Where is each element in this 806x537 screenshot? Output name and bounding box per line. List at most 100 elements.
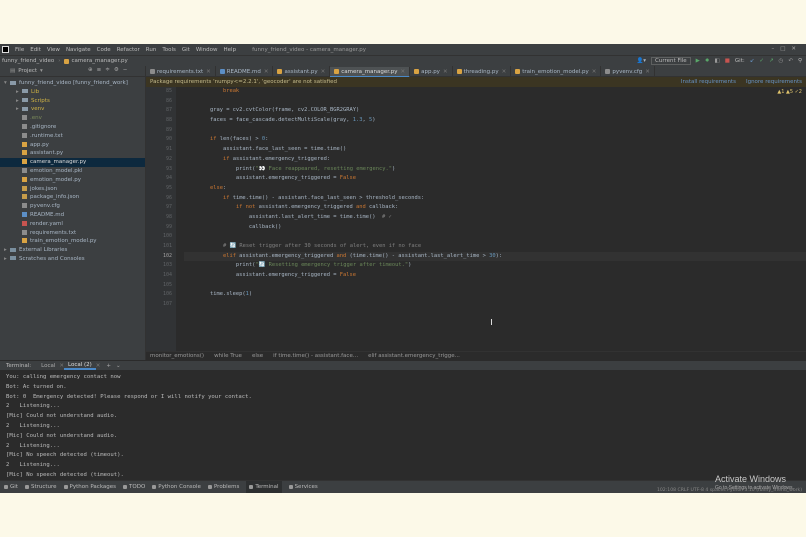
line-number[interactable]: 105 [146,281,176,291]
line-number[interactable]: 94 [146,174,176,184]
tool-window-python-console[interactable]: Python Console [152,481,201,494]
window-controls[interactable]: –□✕ [771,46,802,52]
project-tree-item[interactable]: README.md [0,211,145,220]
menu-window[interactable]: Window [196,47,218,53]
line-number[interactable]: 96 [146,194,176,204]
project-tree-item[interactable]: jokes.json [0,185,145,194]
user-icon[interactable]: 👤▾ [636,58,646,64]
project-tree-item[interactable]: ▸ venv [0,105,145,114]
line-number[interactable]: 107 [146,300,176,310]
project-tree-item[interactable]: ▸ Scratches and Consoles [0,255,145,264]
tool-window-structure[interactable]: Structure [24,481,57,494]
project-tree-item[interactable]: package_info.json [0,193,145,202]
project-tree-item[interactable]: ▸ Lib [0,88,145,97]
line-number[interactable]: 99 [146,223,176,233]
project-tree-item[interactable]: camera_manager.py [0,158,145,167]
tool-window-todo[interactable]: TODO [123,481,145,494]
chevron-down-icon[interactable]: ⌄ [116,363,121,369]
project-tree-item[interactable]: ▸ External Libraries [0,246,145,255]
project-tree-item[interactable]: train_emotion_model.py [0,237,145,246]
rollback-icon[interactable]: ↶ [788,58,793,64]
coverage-icon[interactable]: ◧ [715,58,720,64]
menu-file[interactable]: File [15,47,24,53]
editor-tab[interactable]: README.md ✕ [216,66,274,77]
close-icon[interactable]: ✕ [321,69,326,75]
project-tree-item[interactable]: pyvenv.cfg [0,202,145,211]
editor-tab[interactable]: requirements.txt ✕ [146,66,216,77]
line-number[interactable]: 101 [146,242,176,252]
line-number[interactable]: 102 [146,252,176,262]
breadcrumb-project[interactable]: funny_friend_video [2,58,54,64]
terminal-tab-local-2[interactable]: Local (2) [63,362,96,370]
tool-window-python-packages[interactable]: Python Packages [63,481,116,494]
terminal-tab-local[interactable]: Local [37,363,59,369]
menu-help[interactable]: Help [224,47,237,53]
breadcrumb-item[interactable]: if time.time() - assistant.face... [273,353,358,359]
project-tree-item[interactable]: ▾ funny_friend_video [funny_friend_work] [0,79,145,88]
close-icon[interactable]: ✕ [592,69,597,75]
menu-view[interactable]: View [47,47,60,53]
line-number[interactable]: 93 [146,165,176,175]
close-icon[interactable]: ✕ [645,69,650,75]
line-number[interactable]: 85 [146,87,176,97]
project-tree-item[interactable]: app.py [0,141,145,150]
editor-tab[interactable]: app.py ✕ [410,66,453,77]
tool-window-terminal[interactable]: Terminal [246,480,282,493]
line-number[interactable]: 92 [146,155,176,165]
line-number[interactable]: 95 [146,184,176,194]
close-icon[interactable]: ✕ [206,69,211,75]
line-number[interactable]: 106 [146,290,176,300]
editor-tab[interactable]: train_emotion_model.py ✕ [511,66,602,77]
menu-tools[interactable]: Tools [162,47,176,53]
ignore-requirements-link[interactable]: Ignore requirements [746,79,802,85]
git-commit-icon[interactable]: ✓ [759,58,764,64]
line-number[interactable]: 103 [146,261,176,271]
install-requirements-link[interactable]: Install requirements [681,79,736,85]
menu-navigate[interactable]: Navigate [66,47,91,53]
tool-window-git[interactable]: Git [4,481,18,494]
code-editor[interactable]: Package requirements 'numpy<=2.2.1', 'ge… [146,77,806,351]
line-number[interactable]: 98 [146,213,176,223]
tool-window-services[interactable]: Services [288,481,318,494]
menu-refactor[interactable]: Refactor [117,47,140,53]
run-icon[interactable]: ▶ [696,58,700,64]
project-tree-item[interactable]: .runtime.txt [0,132,145,141]
project-tree-item[interactable]: emotion_model.pkl [0,167,145,176]
history-icon[interactable]: ◷ [779,58,784,64]
project-tree-item[interactable]: .env [0,114,145,123]
editor-tab[interactable]: pyvenv.cfg ✕ [601,66,655,77]
breadcrumb-item[interactable]: else [252,353,263,359]
breadcrumb-file[interactable]: camera_manager.py [71,58,127,64]
project-tree-item[interactable]: assistant.py [0,149,145,158]
terminal-output[interactable]: You: calling emergency contact now Bot: A… [0,370,806,493]
add-tab-icon[interactable]: + [106,363,111,369]
git-update-icon[interactable]: ↙ [750,58,755,64]
menu-edit[interactable]: Edit [30,47,41,53]
stop-icon[interactable]: ■ [725,58,730,64]
editor-tab[interactable]: threading.py ✕ [453,66,512,77]
menu-run[interactable]: Run [146,47,157,53]
close-icon[interactable]: ✕ [96,363,101,369]
line-number[interactable]: 89 [146,126,176,136]
line-number[interactable]: 90 [146,135,176,145]
project-tree-item[interactable]: ▸ Scripts [0,97,145,106]
chevron-down-icon[interactable]: ▾ [40,68,43,74]
line-number[interactable]: 86 [146,97,176,107]
close-icon[interactable]: ✕ [443,69,448,75]
close-icon[interactable]: ✕ [264,69,269,75]
project-tree-item[interactable]: render.yaml [0,220,145,229]
debug-icon[interactable]: ✹ [705,58,710,64]
project-tree-item[interactable]: .gitignore [0,123,145,132]
project-tree-item[interactable]: emotion_model.py [0,176,145,185]
tool-window-problems[interactable]: Problems [207,481,239,494]
breadcrumb-item[interactable]: monitor_emotions() [150,353,204,359]
line-number[interactable]: 100 [146,232,176,242]
project-tree-item[interactable]: requirements.txt [0,229,145,238]
menu-code[interactable]: Code [97,47,111,53]
project-pane-tools[interactable]: ⊕≡≑⚙− [88,67,131,73]
code-area[interactable]: break gray = cv2.cvtColor(frame, cv2.COL… [184,87,806,300]
line-number[interactable]: 87 [146,106,176,116]
line-number[interactable]: 104 [146,271,176,281]
git-push-icon[interactable]: ↗ [769,58,774,64]
close-icon[interactable]: ✕ [400,69,405,75]
